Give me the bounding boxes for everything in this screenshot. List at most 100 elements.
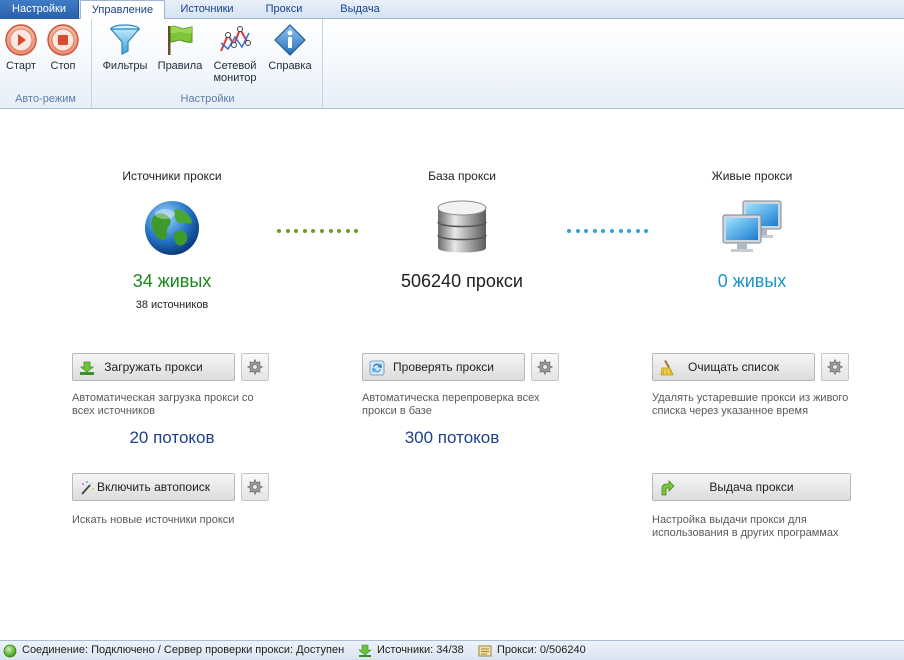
globe-icon (145, 201, 199, 255)
status-connection: Соединение: Подключено / Сервер проверки… (3, 641, 353, 660)
gear-icon (247, 479, 263, 495)
connector-dot (567, 229, 571, 233)
dashboard: Источники прокси 34 живых 38 источников … (0, 110, 904, 640)
enable-autosearch-button[interactable]: Включить автопоиск (72, 473, 235, 501)
clear-description-line-2: списка через указанное время (652, 405, 809, 417)
gear-icon (247, 359, 263, 375)
load-proxies-button[interactable]: Загружать прокси (72, 353, 235, 381)
ribbon-tab-bar: Настройки Управление Источники Прокси Вы… (0, 0, 904, 20)
help-button[interactable]: Справка (265, 23, 315, 72)
proxy-list-icon (478, 645, 492, 657)
alive-title: Живые прокси (711, 169, 793, 183)
gear-icon (537, 359, 553, 375)
stop-icon (47, 24, 79, 56)
filters-button[interactable]: Фильтры (99, 23, 151, 72)
check-description-line-2: прокси в базе (362, 405, 432, 417)
db-to-alive-connector (567, 229, 649, 235)
tab-output[interactable]: Выдача (322, 0, 398, 19)
load-description-line-2: всех источников (72, 405, 155, 417)
status-connection-text: Соединение: Подключено / Сервер проверки… (22, 644, 345, 656)
clear-description: Удалять устаревшие прокси из живого спис… (652, 392, 848, 418)
proxy-output-label: Выдача прокси (709, 480, 794, 494)
connector-dot (592, 229, 597, 233)
help-label: Справка (268, 60, 312, 72)
proxy-output-button[interactable]: Выдача прокси (652, 473, 851, 501)
connector-dot (618, 229, 623, 233)
check-threads[interactable]: 300 потоков (352, 428, 552, 448)
connector-dot (345, 229, 350, 233)
connector-dot (277, 229, 281, 233)
load-description: Автоматическая загрузка прокси со всех и… (72, 392, 254, 418)
alive-count: 0 живых (717, 271, 787, 291)
group-label-settings: Настройки (180, 93, 235, 105)
clear-list-button[interactable]: Очищать список (652, 353, 815, 381)
rules-label: Правила (157, 60, 203, 72)
magic-wand-icon (81, 481, 94, 495)
connector-dot (575, 229, 580, 233)
load-description-line-1: Автоматическая загрузка прокси со (72, 392, 254, 404)
tab-control[interactable]: Управление (80, 0, 165, 20)
download-icon (79, 361, 95, 375)
tab-settings-menu[interactable]: Настройки (0, 0, 79, 19)
connector-dot (601, 229, 606, 233)
output-description: Настройка выдачи прокси для использовани… (652, 514, 838, 540)
connector-dot (635, 229, 640, 233)
connector-dot (302, 229, 307, 233)
status-sources: Источники: 34/38 (358, 641, 473, 660)
connector-dot (320, 229, 324, 233)
stop-label: Стоп (50, 60, 76, 72)
status-proxies: Прокси: 0/506240 (478, 641, 608, 660)
sources-count: 38 источников (135, 299, 209, 311)
start-button[interactable]: Старт (2, 23, 40, 72)
connector-dot (610, 229, 614, 233)
status-sources-text: Источники: 34/38 (377, 644, 464, 656)
connector-dot (337, 229, 342, 233)
rules-button[interactable]: Правила (157, 23, 203, 72)
autosearch-description: Искать новые источники прокси (72, 514, 235, 526)
load-proxies-label: Загружать прокси (104, 360, 203, 374)
tab-sources[interactable]: Источники (167, 0, 247, 19)
clear-settings-button[interactable] (821, 353, 849, 381)
check-proxies-label: Проверять прокси (393, 360, 494, 374)
network-monitor-button[interactable]: Сетевой монитор (209, 23, 261, 84)
load-settings-button[interactable] (241, 353, 269, 381)
status-bar: Соединение: Подключено / Сервер проверки… (0, 640, 904, 660)
enable-autosearch-label: Включить автопоиск (96, 480, 211, 494)
database-title: База прокси (428, 169, 496, 183)
check-proxies-button[interactable]: Проверять прокси (362, 353, 525, 381)
autosearch-settings-button[interactable] (241, 473, 269, 501)
sources-title: Источники прокси (122, 169, 222, 183)
sources-to-db-connector (277, 229, 359, 235)
connector-dot (311, 229, 316, 233)
computers-icon (722, 200, 782, 252)
check-description: Автоматическа перепроверка всех прокси в… (362, 392, 539, 418)
output-description-line-1: Настройка выдачи прокси для (652, 514, 807, 526)
database-count: 506240 прокси (401, 271, 523, 291)
connector-dot (644, 229, 649, 233)
sources-live-count: 34 живых (132, 271, 212, 291)
gear-icon (827, 359, 843, 375)
connector-dot (328, 229, 333, 233)
ribbon: Старт Стоп Авто-режим Фильтры Правила Се… (0, 19, 904, 109)
stop-button[interactable]: Стоп (44, 23, 82, 72)
connector-dot (285, 229, 290, 233)
group-label-auto-mode: Авто-режим (15, 93, 76, 105)
tab-proxy[interactable]: Прокси (250, 0, 318, 19)
filter-icon (109, 24, 141, 55)
flag-icon (168, 25, 193, 55)
start-label: Старт (6, 60, 36, 72)
connector-dot (584, 229, 589, 233)
clear-description-line-1: Удалять устаревшие прокси из живого (652, 392, 849, 404)
ribbon-group-settings: Фильтры Правила Сетевой монитор Справка … (93, 19, 323, 108)
download-icon (358, 644, 372, 657)
check-description-line-1: Автоматическа перепроверка всех (362, 392, 540, 404)
filters-label: Фильтры (102, 60, 148, 72)
network-monitor-icon (220, 26, 251, 52)
load-threads[interactable]: 20 потоков (72, 428, 272, 448)
network-monitor-label-2: монитор (213, 72, 257, 84)
play-icon (5, 24, 37, 56)
check-settings-button[interactable] (531, 353, 559, 381)
connector-dot (627, 229, 632, 233)
connection-status-icon (3, 644, 17, 658)
connector-dot (354, 229, 359, 233)
